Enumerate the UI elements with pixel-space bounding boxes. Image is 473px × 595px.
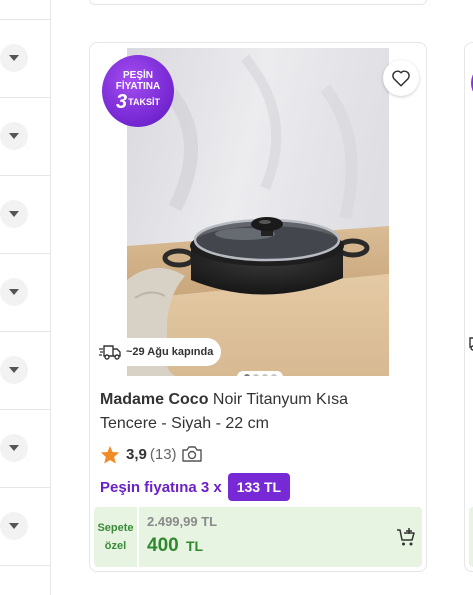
chevron-down-icon — [9, 367, 19, 373]
chevron-down-icon — [9, 133, 19, 139]
expand-filter-button[interactable] — [0, 44, 28, 72]
installment-offer: Peşin fiyatına 3 x 133 TL — [100, 473, 291, 501]
carousel-dot[interactable] — [270, 374, 277, 376]
favorite-button[interactable] — [383, 60, 419, 96]
cart-special-line1: Sepete — [97, 522, 134, 534]
filter-row — [0, 254, 51, 332]
heart-icon — [392, 70, 410, 87]
discounted-price: 400 TL — [147, 535, 203, 557]
badge-word: TAKSİT — [128, 97, 160, 107]
chevron-down-icon — [9, 445, 19, 451]
delivery-text: ~29 Ağu kapında — [126, 346, 214, 358]
filter-row — [0, 98, 51, 176]
filter-row — [0, 20, 51, 98]
image-carousel-dots — [237, 371, 283, 376]
expand-filter-button[interactable] — [0, 356, 28, 384]
installment-campaign-badge: PEŞİN FİYATINA 3 TAKSİT — [102, 55, 174, 127]
chevron-down-icon — [9, 289, 19, 295]
expand-filter-button[interactable] — [0, 200, 28, 228]
product-image[interactable]: PEŞİN FİYATINA 3 TAKSİT ~29 Ağu kapında — [95, 48, 422, 376]
installment-amount: 133 TL — [227, 473, 291, 501]
rating-summary[interactable]: 3,9 (13) — [100, 443, 203, 465]
delivery-estimate: ~29 Ağu kapında — [95, 338, 221, 366]
filter-row — [0, 488, 51, 566]
add-to-cart-button[interactable] — [396, 527, 416, 547]
filter-row — [0, 410, 51, 488]
expand-filter-button[interactable] — [0, 278, 28, 306]
cart-special-label: Sepete özel — [94, 507, 139, 567]
expand-filter-button[interactable] — [0, 434, 28, 462]
rating-score: 3,9 — [126, 445, 147, 463]
carousel-dot[interactable] — [243, 374, 250, 376]
star-icon — [100, 445, 120, 464]
chevron-down-icon — [9, 211, 19, 217]
expand-filter-button[interactable] — [0, 512, 28, 540]
product-card-next[interactable] — [464, 42, 473, 572]
badge-line1: PEŞİN — [122, 70, 153, 81]
filter-column — [0, 0, 51, 595]
filter-row — [0, 0, 51, 20]
cart-special-line2: özel — [104, 540, 127, 552]
price-box: Sepete özel 2.499,99 TL 400 TL — [94, 507, 422, 567]
installment-text: Peşin fiyatına 3 x — [100, 478, 222, 496]
chevron-down-icon — [9, 55, 19, 61]
expand-filter-button[interactable] — [0, 122, 28, 150]
product-card-previous[interactable] — [89, 0, 427, 5]
discounted-price-currency: TL — [185, 538, 204, 554]
carousel-dot[interactable] — [261, 374, 268, 376]
filter-row — [0, 176, 51, 254]
fast-delivery-truck-icon — [99, 345, 121, 360]
add-to-cart-icon — [397, 528, 415, 546]
badge-number: 3 — [116, 91, 128, 113]
carousel-dot[interactable] — [252, 374, 259, 376]
price-box — [469, 507, 473, 567]
fast-delivery-truck-icon — [469, 337, 473, 351]
review-count: (13) — [149, 445, 177, 463]
filter-row — [0, 332, 51, 410]
original-price: 2.499,99 TL — [147, 514, 218, 529]
discounted-price-value: 400 — [147, 535, 179, 556]
badge-line3: 3 TAKSİT — [116, 92, 160, 112]
photo-reviews-camera-icon — [181, 445, 203, 463]
product-card[interactable]: PEŞİN FİYATINA 3 TAKSİT ~29 Ağu kapında — [89, 42, 427, 572]
chevron-down-icon — [9, 523, 19, 529]
product-brand: Madame Coco — [100, 391, 209, 408]
product-title[interactable]: Madame Coco Noir Titanyum Kısa Tencere -… — [100, 388, 400, 436]
